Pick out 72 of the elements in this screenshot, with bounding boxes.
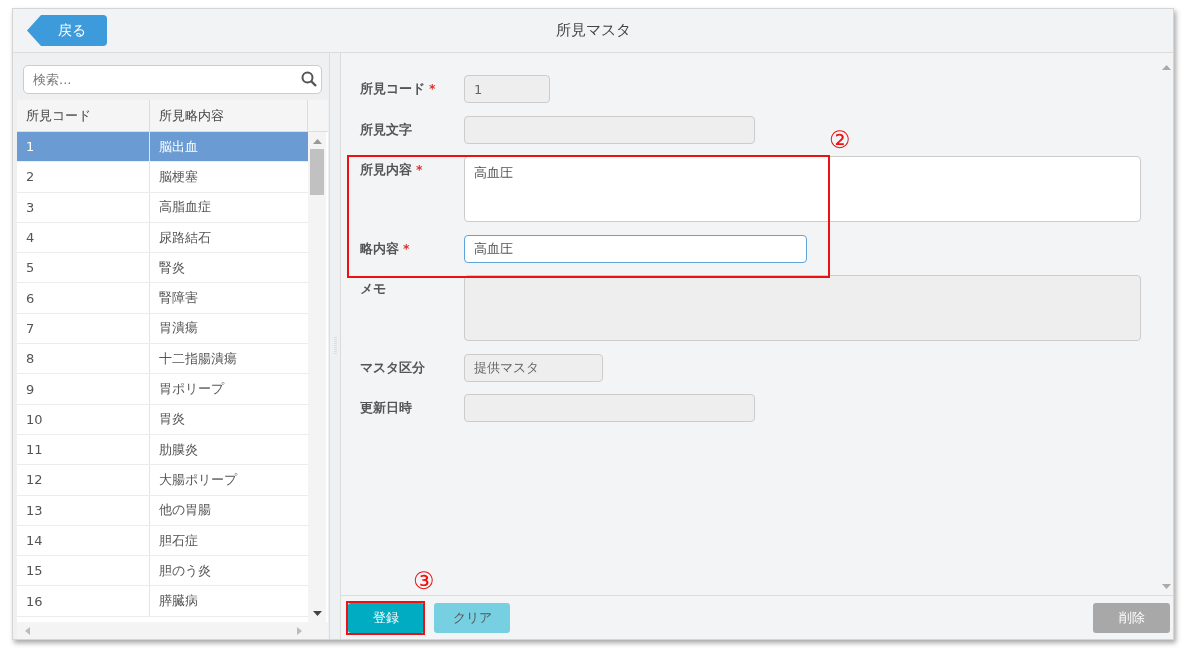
table-cell-text: 胆石症	[158, 531, 199, 550]
table-row[interactable]: 4 尿路結石	[17, 222, 308, 254]
column-header[interactable]: 所見コード	[17, 100, 150, 131]
table-cell-text: 胃潰瘍	[158, 319, 199, 338]
table-cell-text: 胃ポリープ	[158, 380, 226, 398]
page-title: 所見マスタ	[555, 21, 631, 40]
search-icon[interactable]	[301, 71, 317, 87]
field-label: マスタ区分	[360, 358, 426, 377]
table-cell-text: 肋膜炎	[158, 440, 199, 459]
table-cell: 1	[17, 132, 150, 162]
table-row[interactable]: 16 膵臓病	[17, 586, 308, 617]
scrollbar[interactable]	[308, 132, 326, 622]
table-cell: 2	[17, 162, 150, 192]
table-cell: 14	[17, 525, 150, 556]
table-cell-text: 大腸ポリープ	[158, 470, 239, 489]
table-row[interactable]: 6 腎障害	[17, 283, 308, 314]
table-row[interactable]: 14 胆石症	[17, 525, 308, 557]
table-row[interactable]: 7 胃潰瘍	[17, 313, 308, 345]
table-cell: 7	[17, 313, 150, 344]
table-cell-text: 腎障害	[158, 289, 199, 308]
table-row[interactable]: 15 胆のう炎	[17, 556, 308, 587]
table-cell: 11	[17, 434, 150, 465]
text-area[interactable]: 高血圧	[464, 156, 1141, 222]
table-cell-text: 膵臓病	[158, 592, 199, 611]
column-header[interactable]: 所見略内容	[150, 100, 308, 131]
table-cell: 9	[17, 374, 150, 404]
table-cell: 16	[17, 586, 150, 616]
table-cell: 4	[17, 222, 150, 253]
table-cell-text: 胃炎	[158, 410, 186, 429]
scroll-left-icon[interactable]	[25, 626, 30, 635]
scroll-down-icon[interactable]	[312, 611, 322, 616]
field-label: 略内容 *	[360, 239, 411, 258]
table-cell-text: 脳出血	[158, 137, 199, 156]
field-label: メモ	[360, 280, 387, 298]
horizontal-scrollbar[interactable]	[17, 622, 328, 639]
table-cell-text: 胆のう炎	[158, 561, 212, 580]
annotation-number: ③	[413, 568, 435, 594]
annotation-number: ②	[829, 127, 851, 153]
input-field[interactable]: 高血圧	[464, 234, 807, 263]
field-label: 所見コード *	[360, 80, 437, 98]
table-cell-text: 脳梗塞	[158, 167, 199, 186]
table-row[interactable]: 11 肋膜炎	[17, 434, 308, 466]
table-cell: 13	[17, 495, 150, 525]
table-cell: 6	[17, 283, 150, 313]
table-cell: 5	[17, 253, 150, 283]
table-cell-text: 高脂血症	[158, 198, 212, 217]
table-row[interactable]: 5 腎炎	[17, 253, 308, 284]
table-row[interactable]: 10 胃炎	[17, 404, 308, 435]
table-row[interactable]: 2 脳梗塞	[17, 162, 308, 193]
scroll-right-icon[interactable]	[297, 626, 302, 635]
scroll-up-icon[interactable]	[312, 139, 322, 144]
search-field[interactable]: 検索...	[23, 65, 322, 94]
clear-button[interactable]: クリア	[434, 602, 510, 633]
table-row[interactable]: 12 大腸ポリープ	[17, 465, 308, 496]
table-row[interactable]: 13 他の胃腸	[17, 495, 308, 526]
scroll-thumb[interactable]	[310, 149, 324, 195]
field-label: 所見内容 *	[360, 161, 424, 179]
table-row[interactable]: 9 胃ポリープ	[17, 374, 308, 405]
table-cell: 15	[17, 556, 150, 586]
table-cell: 3	[17, 192, 150, 222]
table-cell-text: 尿路結石	[158, 228, 212, 247]
table-cell-text: 十二指腸潰瘍	[158, 349, 238, 368]
table-cell-text: 他の胃腸	[158, 501, 212, 520]
scroll-up-icon[interactable]	[1161, 65, 1171, 70]
field-label: 所見文字	[360, 120, 413, 139]
table-cell: 12	[17, 465, 150, 495]
table-cell: 8	[17, 344, 150, 374]
table-row[interactable]: 8 十二指腸潰瘍	[17, 344, 308, 375]
table-cell-text: 腎炎	[158, 258, 186, 277]
table-row[interactable]: 3 高脂血症	[17, 192, 308, 223]
table-cell: 10	[17, 404, 150, 434]
field-label: 更新日時	[360, 399, 413, 417]
